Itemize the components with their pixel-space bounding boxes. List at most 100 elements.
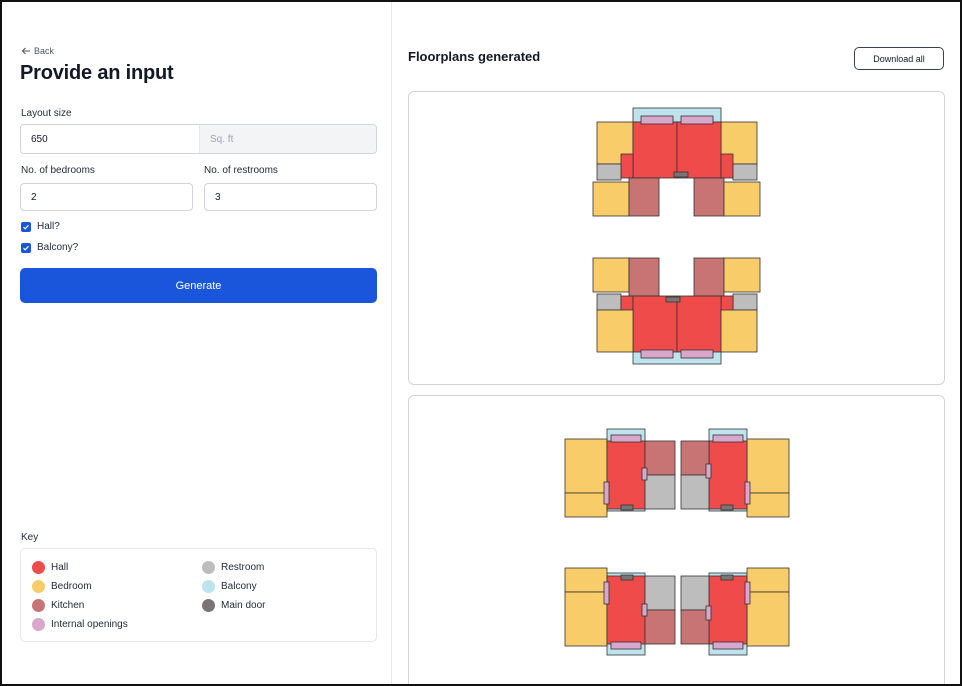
key-item-main-door: Main door	[202, 599, 265, 612]
key-title: Key	[21, 532, 39, 543]
layout-size-label: Layout size	[21, 108, 72, 119]
main-door	[720, 574, 734, 581]
key-label: Balcony	[221, 581, 257, 592]
page-title: Provide an input	[20, 62, 174, 84]
key-label: Hall	[51, 562, 69, 573]
key-item-kitchen: Kitchen	[32, 599, 84, 612]
floorplans-title: Floorplans generated	[408, 49, 541, 64]
key-swatch	[32, 618, 45, 631]
input-panel: Back Provide an input Layout size 650 Sq…	[19, 2, 377, 684]
balcony-checkbox-row: Balcony?	[21, 242, 78, 253]
restrooms-input[interactable]: 3	[204, 183, 377, 211]
layout-size-input[interactable]: 650	[21, 125, 200, 153]
hall-checkbox-row: Hall?	[21, 221, 60, 232]
layout-size-field: 650 Sq. ft	[20, 124, 377, 154]
restroom-room	[596, 293, 622, 311]
bedroom-room	[723, 181, 761, 217]
bedroom-room	[564, 591, 608, 647]
restroom-room	[644, 575, 676, 611]
bedroom-room	[592, 181, 630, 217]
bedroom-room	[746, 438, 790, 494]
key-label: Kitchen	[51, 600, 85, 611]
floorplan-lower-left	[564, 567, 676, 656]
check-icon	[23, 245, 29, 251]
internal-opening	[712, 434, 744, 443]
internal-opening	[744, 581, 751, 605]
floorplan-drawing-1	[592, 107, 761, 365]
main-door	[665, 296, 681, 303]
internal-opening	[705, 605, 712, 621]
internal-opening	[705, 463, 712, 479]
panel-divider	[391, 2, 392, 684]
key-item-restroom: Restroom	[202, 561, 264, 574]
arrow-left-icon	[21, 47, 30, 55]
key-label: Internal openings	[51, 619, 128, 630]
restrooms-label: No. of restrooms	[204, 165, 278, 176]
kitchen-room	[628, 177, 660, 217]
color-key: Hall Restroom Bedroom Balcony Kitchen Ma…	[20, 548, 377, 642]
floorplan-card-2[interactable]	[408, 395, 945, 684]
generate-button[interactable]: Generate	[20, 268, 377, 303]
key-swatch	[32, 580, 45, 593]
bedroom-room	[592, 257, 630, 293]
bedroom-room	[723, 257, 761, 293]
internal-opening	[610, 434, 642, 443]
back-link[interactable]: Back	[21, 46, 54, 56]
app-window: Back Provide an input Layout size 650 Sq…	[0, 0, 962, 686]
internal-opening	[640, 115, 674, 125]
restroom-room	[596, 163, 622, 181]
bedrooms-label: No. of bedrooms	[21, 165, 95, 176]
key-item-internal-openings: Internal openings	[32, 618, 128, 631]
internal-opening	[680, 115, 714, 125]
balcony-checkbox[interactable]	[21, 242, 31, 253]
kitchen-room	[693, 257, 725, 297]
bedroom-room	[746, 567, 790, 593]
floorplan-upper-left	[564, 428, 676, 518]
bedrooms-input[interactable]: 2	[20, 183, 193, 211]
restroom-room	[732, 163, 758, 181]
key-swatch	[202, 580, 215, 593]
bedroom-room	[720, 309, 758, 353]
floorplan-upper	[592, 107, 761, 217]
layout-size-unit: Sq. ft	[200, 125, 376, 153]
key-label: Restroom	[221, 562, 265, 573]
back-label: Back	[34, 46, 55, 56]
floorplan-card-1[interactable]	[408, 91, 945, 385]
internal-opening	[744, 481, 751, 505]
key-swatch	[32, 599, 45, 612]
bedroom-room	[564, 438, 608, 494]
key-swatch	[202, 561, 215, 574]
hall-room	[708, 440, 748, 510]
restroom-room	[732, 293, 758, 311]
floorplan-lower-right	[680, 567, 790, 656]
kitchen-room	[693, 177, 725, 217]
hall-room	[676, 295, 722, 353]
key-item-hall: Hall	[32, 561, 68, 574]
key-item-balcony: Balcony	[202, 580, 257, 593]
hall-room	[632, 295, 678, 353]
check-icon	[23, 224, 29, 230]
bedroom-room	[564, 567, 608, 593]
internal-opening	[603, 581, 610, 605]
key-label: Bedroom	[51, 581, 92, 592]
key-label: Main door	[221, 600, 266, 611]
internal-opening	[641, 467, 648, 481]
hall-room	[632, 121, 678, 179]
main-door	[673, 171, 689, 178]
bedroom-room	[596, 309, 634, 353]
bedroom-room	[564, 492, 608, 518]
download-all-button[interactable]: Download all	[854, 47, 944, 70]
hall-room	[606, 440, 646, 510]
bedroom-room	[746, 492, 790, 518]
kitchen-room	[680, 440, 710, 476]
main-door	[620, 504, 634, 511]
internal-opening	[610, 641, 642, 650]
main-door	[720, 504, 734, 511]
kitchen-room	[680, 609, 710, 645]
hall-checkbox[interactable]	[21, 221, 31, 232]
kitchen-room	[644, 609, 676, 645]
internal-opening	[680, 349, 714, 359]
key-swatch	[202, 599, 215, 612]
internal-opening	[712, 641, 744, 650]
hall-checkbox-label: Hall?	[37, 221, 60, 232]
